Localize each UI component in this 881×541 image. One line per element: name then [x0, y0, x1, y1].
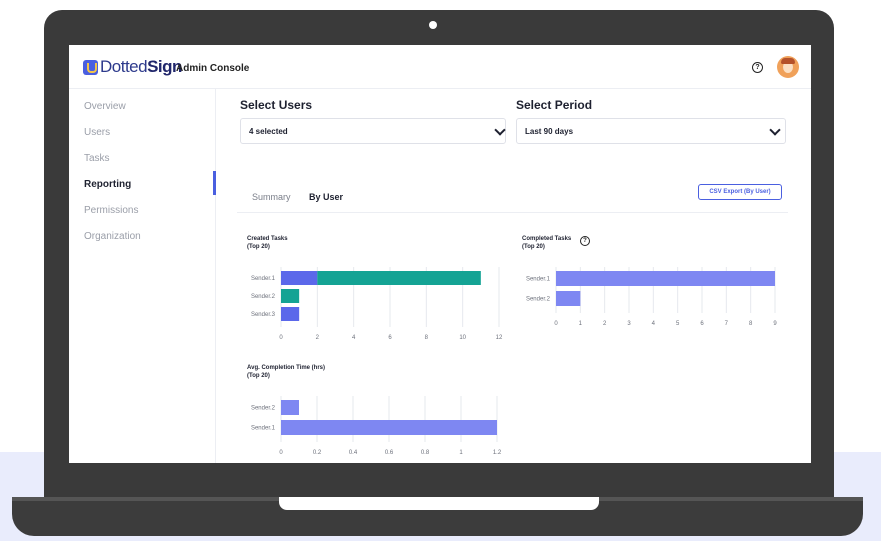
bar[interactable]: [556, 271, 775, 286]
tick-label: 8: [749, 321, 753, 327]
category-label: Sender.1: [526, 277, 551, 283]
tick-label: 1: [579, 321, 583, 327]
bar[interactable]: [317, 271, 481, 285]
tick-label: 12: [496, 335, 503, 341]
chevron-down-icon: [494, 124, 506, 136]
app-screen: DottedSign Admin Console ? Overview User…: [69, 45, 811, 463]
laptop-notch: [279, 497, 599, 510]
tabs-divider: [237, 212, 788, 213]
bar[interactable]: [281, 271, 318, 285]
created-tasks-title: Created Tasks (Top 20): [247, 236, 288, 250]
period-select[interactable]: Last 90 days: [516, 118, 786, 144]
tick-label: 4: [352, 335, 356, 341]
avatar[interactable]: [777, 56, 799, 78]
sidebar-item-overview[interactable]: Overview: [84, 101, 126, 112]
select-users-label: Select Users: [240, 98, 313, 112]
sidebar-item-permissions[interactable]: Permissions: [84, 205, 138, 216]
tick-label: 6: [700, 321, 704, 327]
select-period-label: Select Period: [516, 98, 593, 112]
app-header: DottedSign Admin Console ?: [69, 45, 811, 89]
bar[interactable]: [281, 400, 299, 415]
tick-label: 0.4: [349, 450, 358, 456]
tick-label: 2: [316, 335, 320, 341]
question-circle-icon[interactable]: ?: [580, 236, 590, 246]
chevron-down-icon: [769, 124, 781, 136]
tick-label: 1: [459, 450, 463, 456]
tick-label: 7: [725, 321, 729, 327]
bar[interactable]: [281, 420, 497, 435]
camera-dot: [429, 21, 437, 29]
tab-summary[interactable]: Summary: [252, 192, 291, 202]
tick-label: 8: [425, 335, 429, 341]
tick-label: 0: [279, 450, 283, 456]
sidebar-item-tasks[interactable]: Tasks: [84, 153, 110, 164]
avg-completion-title: Avg. Completion Time (hrs) (Top 20): [247, 365, 326, 379]
active-indicator: [213, 171, 216, 195]
tick-label: 0.6: [385, 450, 394, 456]
tick-label: 9: [773, 321, 777, 327]
tick-label: 1.2: [493, 450, 502, 456]
bar[interactable]: [281, 289, 300, 303]
users-select-value: 4 selected: [249, 127, 288, 136]
sidebar-item-organization[interactable]: Organization: [84, 231, 141, 242]
brand-name: DottedSign: [100, 57, 182, 76]
tick-label: 0.8: [421, 450, 430, 456]
brand-logo[interactable]: DottedSign: [83, 57, 182, 77]
sidebar: Overview Users Tasks Reporting Permissio…: [69, 89, 216, 463]
console-title: Admin Console: [176, 63, 250, 74]
tick-label: 3: [627, 321, 631, 327]
tab-by-user[interactable]: By User: [309, 192, 343, 202]
category-label: Sender.1: [251, 276, 276, 282]
tick-label: 6: [388, 335, 392, 341]
sidebar-item-reporting[interactable]: Reporting: [84, 179, 131, 190]
completed-tasks-chart: 0 1 2 3 4 5 6 7 8 9 Sender.1 Sender.2: [526, 267, 777, 327]
category-label: Sender.2: [251, 294, 276, 300]
category-label: Sender.1: [251, 426, 276, 432]
tick-label: 2: [603, 321, 607, 327]
category-label: Sender.2: [526, 297, 551, 303]
users-select[interactable]: 4 selected: [240, 118, 506, 144]
category-label: Sender.3: [251, 312, 276, 318]
sidebar-item-users[interactable]: Users: [84, 127, 110, 138]
avg-completion-chart: 0 0.2 0.4 0.6 0.8 1 1.2 Sender.2 Sender.1: [251, 396, 502, 456]
question-circle-icon[interactable]: ?: [752, 62, 763, 73]
tick-label: 5: [676, 321, 680, 327]
logo-icon: [83, 59, 98, 75]
tick-label: 0.2: [313, 450, 322, 456]
csv-export-button[interactable]: CSV Export (By User): [698, 184, 782, 200]
tick-label: 10: [459, 335, 466, 341]
category-label: Sender.2: [251, 406, 276, 412]
completed-tasks-title: Completed Tasks (Top 20): [522, 236, 572, 250]
tick-label: 0: [279, 335, 283, 341]
tick-label: 0: [554, 321, 558, 327]
period-select-value: Last 90 days: [525, 127, 574, 136]
bar[interactable]: [281, 307, 300, 321]
bar[interactable]: [556, 291, 581, 306]
tick-label: 4: [652, 321, 656, 327]
